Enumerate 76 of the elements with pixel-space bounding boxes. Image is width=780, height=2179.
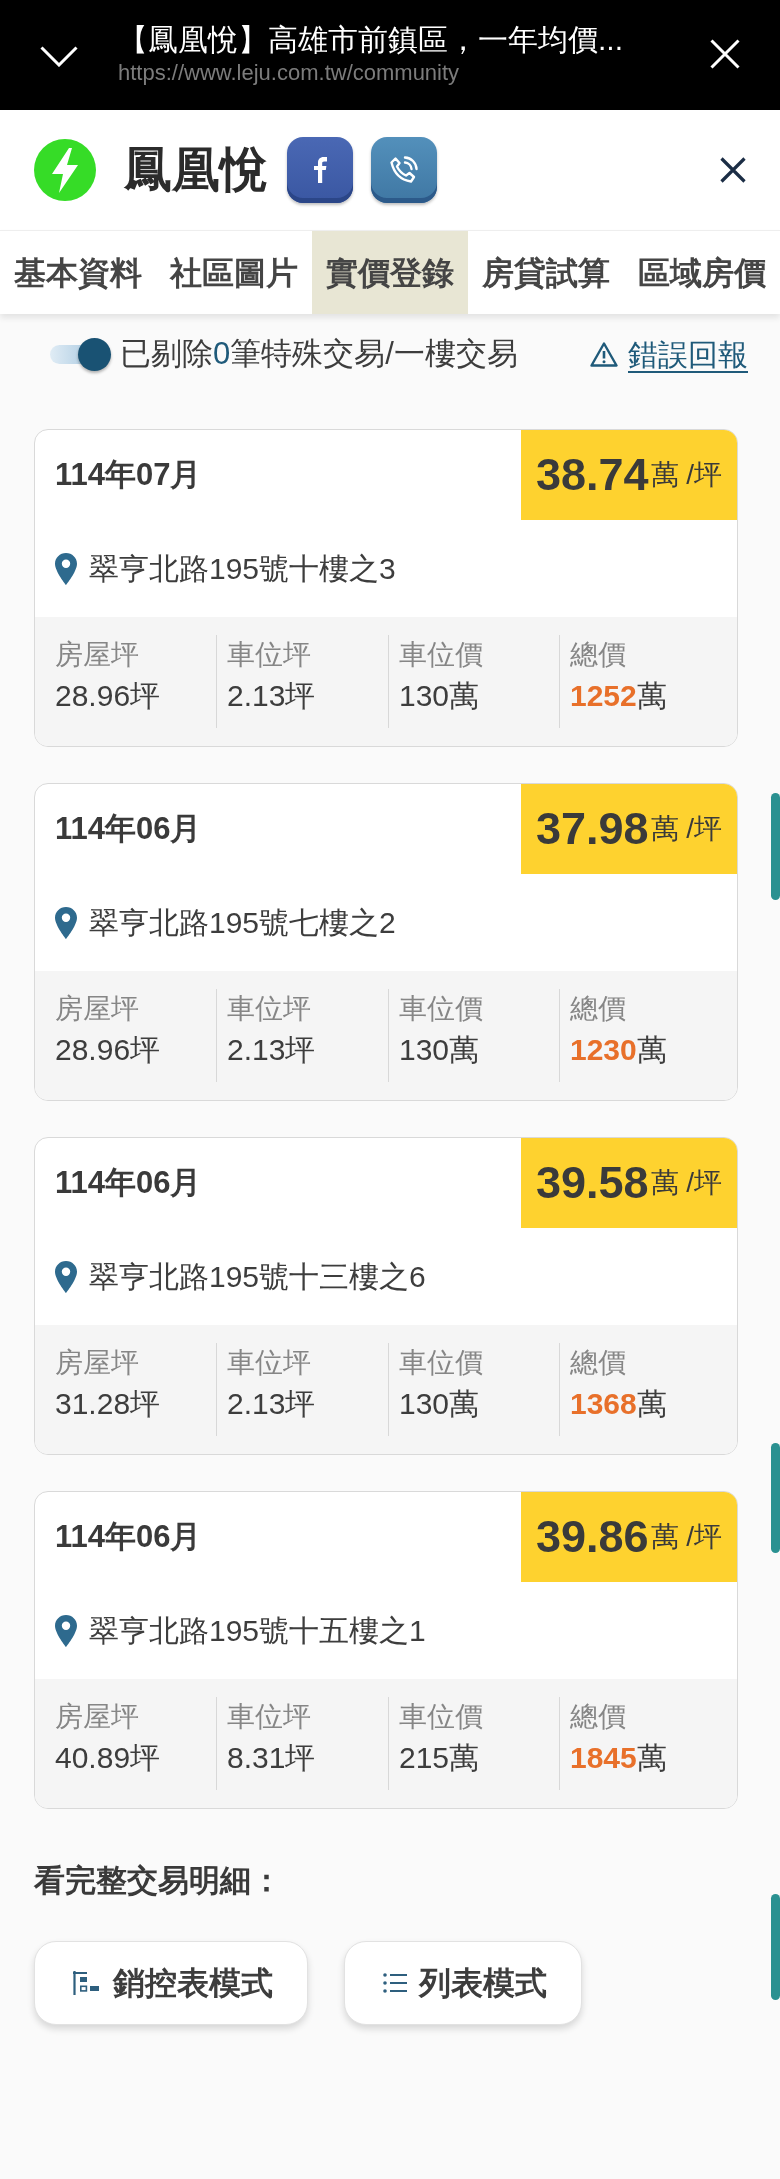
stat-value: 130萬	[399, 1032, 480, 1068]
view-mode-button[interactable]: 列表模式	[344, 1941, 582, 2025]
stat-value: 28.96坪	[55, 1032, 161, 1068]
stat-value: 1368萬	[570, 1386, 667, 1422]
map-pin-icon	[55, 1260, 77, 1293]
transaction-card[interactable]: 114年07月 38.74萬 /坪 翠亨北路195號十樓之3 房屋坪 28.96坪 車位坪 2.13坪 車位價 130萬 總價 1252萬	[34, 429, 738, 747]
stat-label: 房屋坪	[55, 992, 139, 1026]
stat-value: 8.31坪	[227, 1740, 316, 1776]
stat-value: 28.96坪	[55, 678, 161, 714]
stat-value: 1845萬	[570, 1740, 667, 1776]
facebook-icon	[313, 157, 327, 183]
share-button[interactable]	[287, 137, 353, 203]
address-text: 翠亨北路195號七樓之2	[89, 905, 396, 941]
transaction-card[interactable]: 114年06月 39.58萬 /坪 翠亨北路195號十三樓之6 房屋坪 31.28坪 車位坪 2.13坪 車位價 130萬 總價 1368萬	[34, 1137, 738, 1455]
deal-date: 114年06月	[55, 1163, 202, 1202]
call-button[interactable]	[371, 137, 437, 203]
list-icon	[383, 1972, 407, 1994]
stat-value: 40.89坪	[55, 1740, 161, 1776]
address-text: 翠亨北路195號十五樓之1	[89, 1613, 426, 1649]
tab[interactable]: 基本資料	[0, 231, 156, 314]
stat-label: 車位價	[399, 638, 483, 672]
stat-value: 130萬	[399, 1386, 480, 1422]
view-mode-button[interactable]: 銷控表模式	[34, 1941, 308, 2025]
page-title: 【鳳凰悅】高雄市前鎮區，一年均價...	[118, 22, 623, 58]
tab[interactable]: 社區圖片	[156, 231, 312, 314]
tab[interactable]: 實價登錄	[312, 231, 468, 314]
phone-icon	[389, 155, 419, 185]
stat-value: 130萬	[399, 678, 480, 714]
stat-value: 2.13坪	[227, 1032, 316, 1068]
lightning-icon	[34, 139, 96, 201]
tab[interactable]: 區域房價	[624, 231, 780, 314]
map-pin-icon	[55, 906, 77, 939]
stat-value: 2.13坪	[227, 678, 316, 714]
report-error-link[interactable]: 錯誤回報	[590, 331, 748, 377]
address-text: 翠亨北路195號十樓之3	[89, 551, 396, 587]
section-heading: 看完整交易明細：	[34, 1862, 282, 1900]
close-icon[interactable]	[720, 157, 746, 183]
stat-label: 車位坪	[227, 638, 311, 672]
stat-value: 215萬	[399, 1740, 480, 1776]
transaction-card[interactable]: 114年06月 39.86萬 /坪 翠亨北路195號十五樓之1 房屋坪 40.89坪 車位坪 8.31坪 車位價 215萬 總價 1845萬	[34, 1491, 738, 1809]
stat-value: 2.13坪	[227, 1386, 316, 1422]
deal-date: 114年07月	[55, 455, 202, 494]
stat-value: 31.28坪	[55, 1386, 161, 1422]
toggle-switch[interactable]	[50, 337, 111, 371]
address-text: 翠亨北路195號十三樓之6	[89, 1259, 426, 1295]
stat-label: 車位坪	[227, 992, 311, 1026]
unit-price-tag: 39.58萬 /坪	[521, 1138, 737, 1228]
map-pin-icon	[55, 552, 77, 585]
stat-label: 車位坪	[227, 1346, 311, 1380]
tab[interactable]: 房貸試算	[468, 231, 624, 314]
unit-price-tag: 39.86萬 /坪	[521, 1492, 737, 1582]
unit-price-tag: 37.98萬 /坪	[521, 784, 737, 874]
stat-label: 車位坪	[227, 1700, 311, 1734]
stat-label: 車位價	[399, 992, 483, 1026]
warning-icon	[590, 341, 618, 367]
community-title: 鳳凰悅	[124, 143, 268, 197]
stat-value: 1252萬	[570, 678, 667, 714]
page-url: https://www.leju.com.tw/community	[118, 60, 460, 86]
filter-summary: 已剔除0筆特殊交易/一樓交易	[120, 334, 518, 373]
stat-label: 總價	[570, 992, 626, 1026]
stat-label: 總價	[570, 638, 626, 672]
stat-label: 總價	[570, 1700, 626, 1734]
unit-price-tag: 38.74萬 /坪	[521, 430, 737, 520]
stat-label: 房屋坪	[55, 638, 139, 672]
stat-label: 房屋坪	[55, 1346, 139, 1380]
chevron-down-icon[interactable]	[40, 46, 78, 67]
deal-date: 114年06月	[55, 1517, 202, 1556]
deal-date: 114年06月	[55, 809, 202, 848]
transaction-card[interactable]: 114年06月 37.98萬 /坪 翠亨北路195號七樓之2 房屋坪 28.96坪 車位坪 2.13坪 車位價 130萬 總價 1230萬	[34, 783, 738, 1101]
stat-label: 車位價	[399, 1700, 483, 1734]
chart-grid-icon	[73, 1971, 101, 1995]
stat-label: 房屋坪	[55, 1700, 139, 1734]
map-pin-icon	[55, 1614, 77, 1647]
stat-label: 車位價	[399, 1346, 483, 1380]
stat-value: 1230萬	[570, 1032, 667, 1068]
stat-label: 總價	[570, 1346, 626, 1380]
